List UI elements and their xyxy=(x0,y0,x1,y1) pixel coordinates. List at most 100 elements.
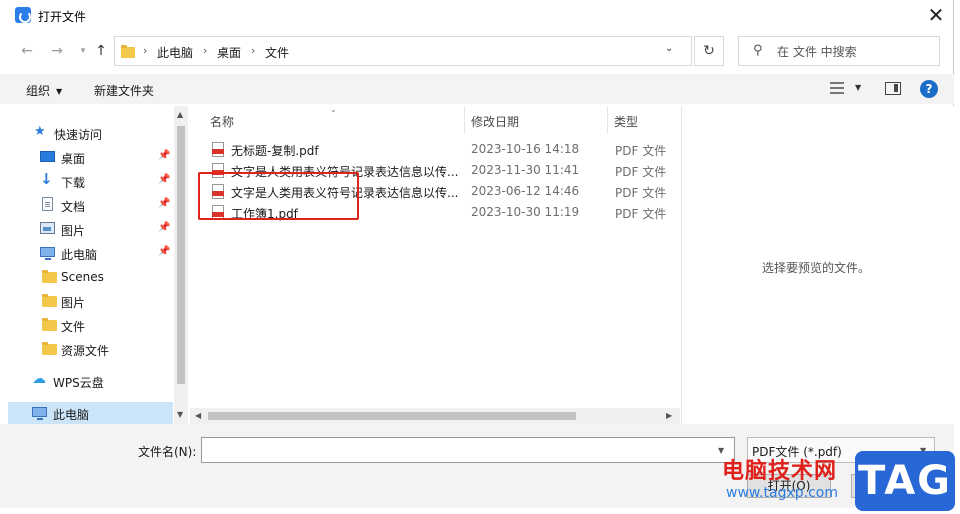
nav-item-label: 桌面 xyxy=(61,152,86,166)
nav-item-scenes[interactable]: Scenes xyxy=(8,266,173,288)
pin-icon: 📌 xyxy=(158,198,171,209)
refresh-icon: ↻ xyxy=(703,43,715,59)
column-divider[interactable] xyxy=(464,106,465,134)
breadcrumb-separator[interactable]: › xyxy=(203,44,207,57)
up-button[interactable]: ↑ xyxy=(90,40,112,62)
forward-button[interactable]: → xyxy=(46,40,68,62)
caret-down-icon: ▼ xyxy=(56,87,63,96)
scrollbar-thumb[interactable] xyxy=(208,412,576,420)
breadcrumb-item[interactable]: 桌面 xyxy=(217,44,241,61)
document-icon xyxy=(42,197,53,211)
pin-icon: 📌 xyxy=(158,174,171,185)
folder-icon xyxy=(121,45,135,58)
pin-icon: 📌 xyxy=(158,246,171,257)
title-bar: 打开文件 ✕ xyxy=(0,0,954,32)
breadcrumb-item[interactable]: 文件 xyxy=(265,44,289,61)
navigation-pane: ★ 快速访问 桌面 📌 ↓ 下载 📌 文档 📌 图片 📌 此电脑 📌 Scene… xyxy=(8,106,173,424)
scroll-left-icon[interactable]: ◀ xyxy=(195,411,201,420)
navigation-scrollbar[interactable]: ▲ ▼ xyxy=(174,106,188,424)
search-icon: ⚲ xyxy=(753,43,763,58)
arrow-right-icon: → xyxy=(51,43,63,59)
arrow-up-icon: ↑ xyxy=(95,43,107,59)
column-divider[interactable] xyxy=(607,106,608,134)
column-header-name[interactable]: 名称 xyxy=(210,113,234,130)
nav-item-label: 资源文件 xyxy=(61,344,110,358)
breadcrumb-item[interactable]: 此电脑 xyxy=(157,44,193,61)
address-bar[interactable]: › 此电脑 › 桌面 › 文件 ⌄ xyxy=(114,36,692,66)
nav-item-downloads[interactable]: ↓ 下载 📌 xyxy=(8,170,173,192)
caret-down-icon[interactable]: ▼ xyxy=(855,83,861,92)
window-title: 打开文件 xyxy=(38,10,87,24)
download-icon: ↓ xyxy=(40,170,53,188)
close-button[interactable]: ✕ xyxy=(918,0,954,30)
column-header-type[interactable]: 类型 xyxy=(614,113,638,130)
nav-item-label: 此电脑 xyxy=(61,248,98,262)
watermark-tag-logo: TAG xyxy=(855,451,955,511)
scroll-down-icon[interactable]: ▼ xyxy=(177,410,183,419)
nav-item-label: 图片 xyxy=(61,224,86,238)
new-folder-button[interactable]: 新建文件夹 xyxy=(94,82,154,99)
open-file-dialog: 打开文件 ✕ ← → ▾ ↑ › 此电脑 › 桌面 › 文件 ⌄ ↻ ⚲ 组织 ▼… xyxy=(0,0,954,508)
arrow-left-icon: ← xyxy=(21,43,33,59)
picture-icon xyxy=(40,222,55,234)
nav-item-quick-access[interactable]: ★ 快速访问 xyxy=(8,122,173,144)
file-date: 2023-10-30 11:19 xyxy=(471,205,580,219)
preview-pane: 选择要预览的文件。 xyxy=(681,106,954,424)
file-row[interactable]: 无标题-复制.pdf 2023-10-16 14:18 PDF 文件 xyxy=(190,140,680,161)
nav-item-this-pc-pinned[interactable]: 此电脑 📌 xyxy=(8,242,173,264)
filename-input[interactable] xyxy=(201,437,735,463)
star-icon: ★ xyxy=(34,124,46,139)
pdf-file-icon xyxy=(212,142,224,157)
computer-icon xyxy=(40,247,55,260)
nav-item-pictures-folder[interactable]: 图片 xyxy=(8,290,173,312)
search-input[interactable] xyxy=(777,43,927,61)
nav-item-label: Scenes xyxy=(61,270,104,284)
file-name: 无标题-复制.pdf xyxy=(231,144,319,158)
scrollbar-thumb[interactable] xyxy=(177,126,185,384)
nav-item-label: 下载 xyxy=(61,176,86,190)
help-icon[interactable]: ? xyxy=(920,80,938,98)
annotation-highlight-box xyxy=(198,172,359,220)
column-header-date[interactable]: 修改日期 xyxy=(471,113,519,130)
cloud-icon: ☁ xyxy=(32,371,46,387)
horizontal-scrollbar[interactable]: ◀ ▶ xyxy=(190,408,680,424)
file-date: 2023-06-12 14:46 xyxy=(471,184,580,198)
file-type: PDF 文件 xyxy=(615,186,667,200)
nav-item-label: 文件 xyxy=(61,320,86,334)
back-button[interactable]: ← xyxy=(16,40,38,62)
scroll-up-icon[interactable]: ▲ xyxy=(177,110,183,119)
search-box[interactable]: ⚲ xyxy=(738,36,940,66)
app-icon xyxy=(15,7,31,23)
chevron-down-icon[interactable]: ⌄ xyxy=(665,43,673,54)
nav-item-documents[interactable]: 文档 📌 xyxy=(8,194,173,216)
organize-label: 组织 xyxy=(26,84,51,98)
nav-item-label: 图片 xyxy=(61,296,86,310)
file-type: PDF 文件 xyxy=(615,207,667,221)
nav-item-label: 此电脑 xyxy=(53,408,90,422)
view-options-icon[interactable] xyxy=(830,82,844,94)
scroll-right-icon[interactable]: ▶ xyxy=(666,411,672,420)
breadcrumb-separator[interactable]: › xyxy=(143,44,147,57)
pin-icon: 📌 xyxy=(158,150,171,161)
refresh-button[interactable]: ↻ xyxy=(694,36,724,66)
nav-item-label: 快速访问 xyxy=(54,128,103,142)
folder-icon xyxy=(42,318,57,331)
file-date: 2023-10-16 14:18 xyxy=(471,142,580,156)
nav-item-files-folder[interactable]: 文件 xyxy=(8,314,173,336)
nav-item-pictures[interactable]: 图片 📌 xyxy=(8,218,173,240)
preview-pane-icon[interactable] xyxy=(885,82,901,95)
organize-button[interactable]: 组织 ▼ xyxy=(26,82,62,99)
desktop-icon xyxy=(40,151,55,162)
nav-item-this-pc[interactable]: 此电脑 xyxy=(8,402,173,424)
file-type: PDF 文件 xyxy=(615,165,667,179)
watermark: 电脑技术网 www.tagxp.com TAG xyxy=(722,451,960,514)
sort-caret-icon: ⌄ xyxy=(330,105,337,114)
nav-item-resources-folder[interactable]: 资源文件 xyxy=(8,338,173,360)
nav-item-label: 文档 xyxy=(61,200,86,214)
nav-item-desktop[interactable]: 桌面 📌 xyxy=(8,146,173,168)
filename-label: 文件名(N): xyxy=(138,445,197,459)
folder-icon xyxy=(42,270,57,283)
nav-item-wps-cloud[interactable]: ☁ WPS云盘 xyxy=(8,370,173,392)
breadcrumb-separator[interactable]: › xyxy=(251,44,255,57)
computer-icon xyxy=(32,407,47,420)
